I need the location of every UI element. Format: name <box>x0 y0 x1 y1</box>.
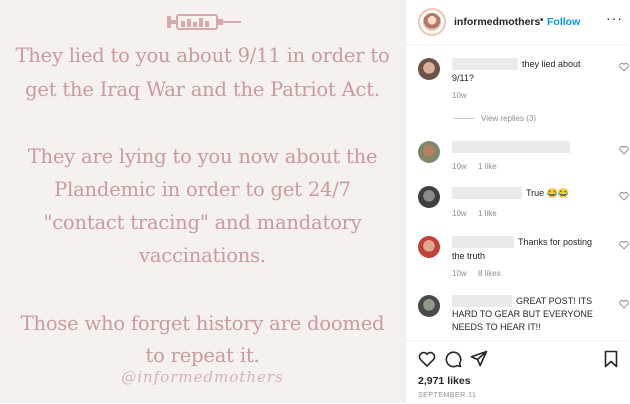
heart-icon[interactable] <box>418 350 436 368</box>
heart-icon[interactable] <box>619 62 629 72</box>
comment-age: 10w <box>452 209 467 218</box>
redacted-username <box>452 187 522 199</box>
post-header: informedmothers • Follow ··· <box>406 0 630 45</box>
post-text-line: They are lying to you now about the <box>27 145 378 168</box>
username-link[interactable]: informedmothers <box>454 16 540 28</box>
comments-panel: informedmothers • Follow ··· they lied a… <box>405 0 630 403</box>
comment-age: 10w <box>452 91 467 100</box>
comment-text: Thanks for posting <box>518 237 593 247</box>
comment-age: 10w <box>452 162 467 171</box>
redacted-username <box>452 141 570 153</box>
heart-icon[interactable] <box>619 191 629 201</box>
separator-dot: • <box>540 15 544 26</box>
replies-divider <box>454 118 474 119</box>
avatar[interactable] <box>418 236 440 258</box>
comment-text: 9/11? <box>452 73 474 83</box>
syringe-icon <box>167 14 241 30</box>
redacted-username <box>452 236 514 248</box>
comment-text: they lied about <box>522 59 581 69</box>
view-replies-link[interactable]: View replies (3) <box>481 114 536 123</box>
avatar[interactable] <box>418 58 440 80</box>
signature: @informedmothers <box>121 368 284 386</box>
post-text-line: get the Iraq War and the Patriot Act. <box>25 78 380 101</box>
comment-likes[interactable]: 8 likes <box>478 269 501 278</box>
comment-likes[interactable]: 1 like <box>478 209 497 218</box>
post-text-line: "contact tracing" and mandatory <box>43 211 362 234</box>
avatar[interactable] <box>418 186 440 208</box>
comment-text: the truth <box>452 251 486 261</box>
post-text-line: Plandemic in order to get 24/7 <box>54 178 351 201</box>
post-date: SEPTEMBER 11 <box>418 392 477 399</box>
avatar[interactable] <box>418 141 440 163</box>
heart-icon[interactable] <box>619 299 629 309</box>
comment-icon[interactable] <box>444 350 462 368</box>
post-image: They lied to you about 9/11 in order to … <box>0 0 405 403</box>
comment-text: NEEDS TO HEAR IT!! <box>452 322 541 332</box>
avatar[interactable] <box>418 295 440 317</box>
follow-button[interactable]: Follow <box>547 16 580 28</box>
redacted-username <box>452 295 512 307</box>
redacted-username <box>452 58 518 70</box>
post-text-line: vaccinations. <box>139 244 266 267</box>
comment-age: 10w <box>452 269 467 278</box>
avatar[interactable] <box>418 8 446 36</box>
post-text-line: They lied to you about 9/11 in order to <box>15 44 390 67</box>
bookmark-icon[interactable] <box>602 350 620 368</box>
post-text-line: Those who forget history are doomed <box>20 312 385 335</box>
comment-likes[interactable]: 1 like <box>478 162 497 171</box>
likes-count[interactable]: 2,971 likes <box>418 375 471 387</box>
more-options-icon[interactable]: ··· <box>606 10 623 26</box>
heart-icon[interactable] <box>619 240 629 250</box>
share-icon[interactable] <box>470 350 488 368</box>
comment-text: GREAT POST! ITS <box>516 296 593 306</box>
heart-icon[interactable] <box>619 145 629 155</box>
comment-text: HARD TO GEAR BUT EVERYONE <box>452 309 593 319</box>
actions-bar: 2,971 likes SEPTEMBER 11 <box>406 340 630 404</box>
comment-text: True 😂😂 <box>526 188 570 198</box>
